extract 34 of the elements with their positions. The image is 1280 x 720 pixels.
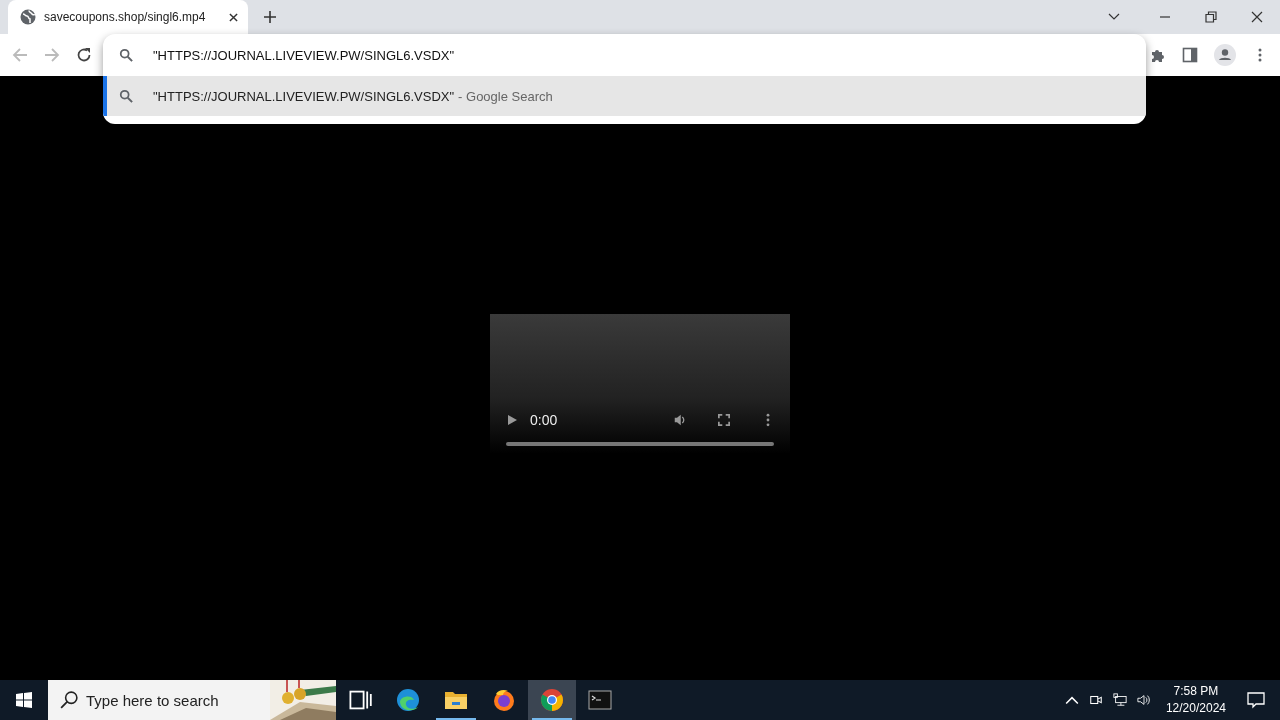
search-icon bbox=[119, 48, 133, 62]
video-time: 0:00 bbox=[530, 412, 558, 428]
terminal-icon bbox=[588, 688, 612, 712]
network-icon[interactable] bbox=[1112, 693, 1127, 707]
volume-icon[interactable] bbox=[1136, 693, 1151, 707]
profile-icon[interactable] bbox=[1214, 44, 1236, 66]
progress-track[interactable] bbox=[506, 442, 774, 446]
search-box[interactable]: Type here to search bbox=[48, 680, 336, 720]
close-icon[interactable] bbox=[1251, 11, 1263, 23]
search-field[interactable]: Type here to search bbox=[86, 691, 270, 709]
fullscreen-icon[interactable] bbox=[718, 413, 730, 427]
address-field[interactable]: "HTTPS://JOURNAL.LIVEVIEW.PW/SINGL6.VSDX" bbox=[153, 47, 1146, 63]
browser-tab[interactable]: savecoupons.shop/singl6.mp4 bbox=[8, 0, 248, 34]
close-icon[interactable] bbox=[229, 12, 238, 22]
chrome-icon bbox=[540, 688, 564, 712]
task-view-icon bbox=[348, 688, 372, 712]
volume-icon[interactable] bbox=[674, 413, 686, 427]
search-icon bbox=[119, 89, 133, 103]
camera-icon[interactable] bbox=[1088, 693, 1103, 707]
chevron-down-icon[interactable] bbox=[1108, 13, 1120, 21]
restore-icon[interactable] bbox=[1205, 11, 1217, 23]
play-icon[interactable] bbox=[506, 413, 518, 427]
reload-icon[interactable] bbox=[76, 47, 92, 63]
notification-icon[interactable] bbox=[1246, 690, 1266, 710]
windows-start-icon[interactable] bbox=[16, 692, 32, 708]
edge-icon bbox=[396, 688, 420, 712]
suggestion-item[interactable]: "HTTPS://JOURNAL.LIVEVIEW.PW/SINGL6.VSDX" - Google Search bbox=[103, 76, 1146, 116]
puzzle-icon[interactable] bbox=[1150, 47, 1166, 63]
new-tab-icon[interactable] bbox=[264, 11, 276, 23]
side-panel-icon[interactable] bbox=[1182, 47, 1198, 63]
tab-title: savecoupons.shop/singl6.mp4 bbox=[44, 10, 207, 24]
search-icon[interactable] bbox=[60, 691, 78, 709]
clock[interactable]: 7:58 PM 12/20/2024 bbox=[1165, 683, 1226, 717]
firefox-icon bbox=[492, 688, 516, 712]
